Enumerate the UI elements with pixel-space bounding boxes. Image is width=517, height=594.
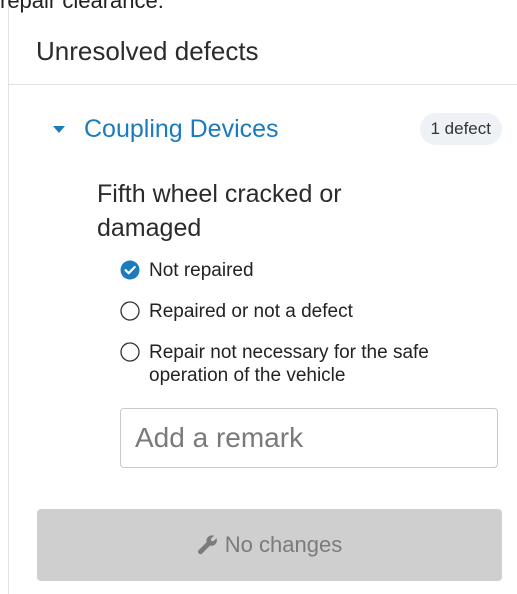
- option-repaired-or-not-a-defect[interactable]: Repaired or not a defect: [120, 300, 353, 323]
- radio-unchecked-icon[interactable]: [120, 301, 140, 321]
- panel-title: Unresolved defects: [36, 36, 259, 66]
- wrench-icon: [197, 534, 219, 556]
- option-repair-not-necessary[interactable]: Repair not necessary for the safe operat…: [120, 341, 470, 387]
- defect-name: Fifth wheel cracked or damaged: [97, 180, 342, 242]
- section-header-coupling-devices[interactable]: Coupling Devices 1 defect: [52, 110, 502, 148]
- option-label[interactable]: Not repaired: [149, 259, 254, 282]
- cutoff-text: repair clearance.: [0, 0, 164, 13]
- submit-label: No changes: [224, 532, 343, 557]
- defect-count-badge: 1 defect: [419, 113, 502, 145]
- remark-input[interactable]: [120, 408, 498, 468]
- panel-divider: [9, 84, 517, 85]
- option-label[interactable]: Repair not necessary for the safe operat…: [149, 341, 470, 387]
- option-label[interactable]: Repaired or not a defect: [149, 300, 353, 323]
- radio-checked-icon[interactable]: [120, 260, 140, 280]
- panel-left-border: [8, 0, 9, 594]
- option-not-repaired[interactable]: Not repaired: [120, 259, 254, 282]
- submit-button[interactable]: No changes: [37, 509, 502, 581]
- radio-unchecked-icon[interactable]: [120, 342, 140, 362]
- caret-down-icon[interactable]: [52, 122, 66, 136]
- section-title[interactable]: Coupling Devices: [84, 115, 279, 144]
